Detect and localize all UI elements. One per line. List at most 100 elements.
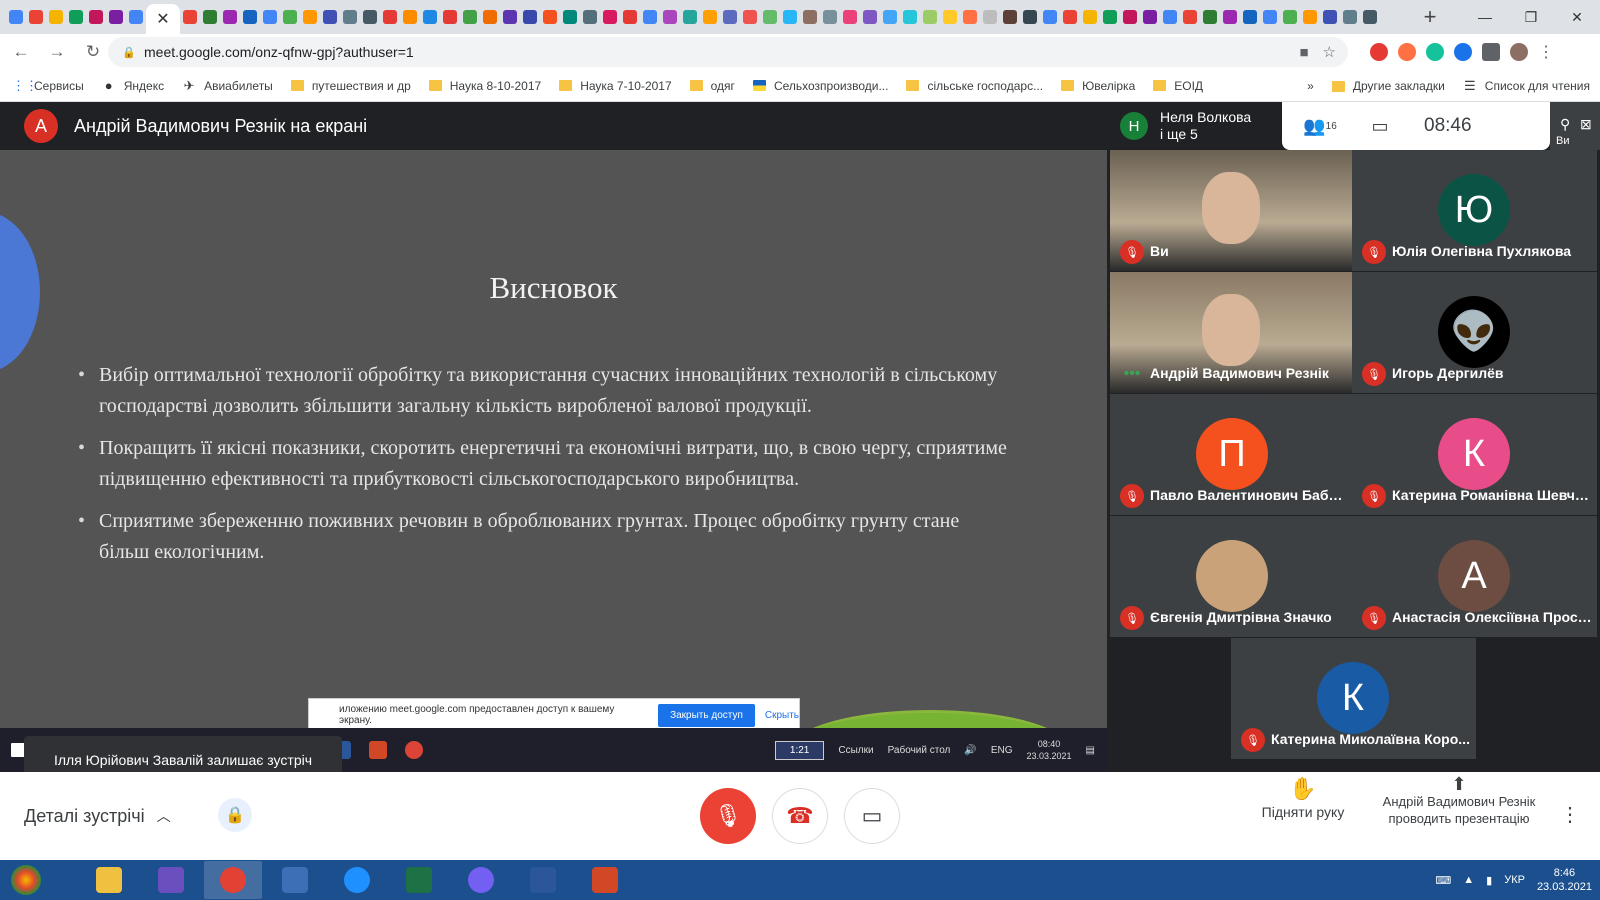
participant-tile[interactable]: Ю 🎙 Юлія Олегівна Пухлякова <box>1352 150 1597 271</box>
tab[interactable] <box>760 0 780 34</box>
tab[interactable] <box>360 0 380 34</box>
participant-tile[interactable]: А 🎙 Анастасія Олексіївна Проск... <box>1352 516 1597 637</box>
taskbar-excel-button[interactable] <box>390 861 448 899</box>
participant-tile[interactable]: К 🎙 Катерина Миколаївна Коро... <box>1231 638 1476 759</box>
tab[interactable] <box>1120 0 1140 34</box>
kebab-menu-icon[interactable]: ⋮ <box>1538 42 1554 62</box>
shared-screen[interactable]: Висновок Вибір оптимальної технології об… <box>0 150 1107 772</box>
tab[interactable] <box>640 0 660 34</box>
tab[interactable] <box>200 0 220 34</box>
tab[interactable] <box>700 0 720 34</box>
stop-sharing-button[interactable]: Закрыть доступ <box>658 703 755 727</box>
reload-icon[interactable]: ↻ <box>78 37 108 67</box>
tab[interactable] <box>1020 0 1040 34</box>
participant-tile[interactable]: 🎙 Ви <box>1110 150 1355 271</box>
tab[interactable] <box>800 0 820 34</box>
tab[interactable] <box>106 0 126 34</box>
restore-icon[interactable]: ❐ <box>1508 0 1554 34</box>
tab[interactable] <box>980 0 1000 34</box>
minimize-icon[interactable]: — <box>1462 0 1508 34</box>
participant-tile[interactable]: К 🎙 Катерина Романівна Шевче... <box>1352 394 1597 515</box>
tab[interactable] <box>1280 0 1300 34</box>
taskbar-viber-button[interactable] <box>452 861 510 899</box>
language-indicator[interactable]: УКР <box>1504 874 1525 886</box>
tab[interactable] <box>380 0 400 34</box>
tab[interactable] <box>900 0 920 34</box>
url-text[interactable]: meet.google.com/onz-qfnw-gpj?authuser=1 <box>144 44 414 60</box>
bookmark-folder[interactable]: одяг <box>689 79 735 93</box>
pin-icon[interactable]: ⚲ <box>1560 116 1570 133</box>
tab[interactable] <box>26 0 46 34</box>
participant-tile[interactable]: 👽 🎙 Игорь Дергилёв <box>1352 272 1597 393</box>
mic-off-button[interactable]: 🎙 <box>700 788 756 844</box>
tab[interactable] <box>600 0 620 34</box>
self-preview[interactable]: ⚲ ⊠ Ви <box>1550 102 1600 150</box>
tab[interactable] <box>740 0 760 34</box>
bookmark-folder[interactable]: Наука 8-10-2017 <box>428 79 541 93</box>
taskbar-chrome-button[interactable] <box>204 861 262 899</box>
tab[interactable] <box>66 0 86 34</box>
taskbar-explorer-button[interactable] <box>80 861 138 899</box>
camera-off-icon[interactable]: ⊠ <box>1580 116 1592 133</box>
tab[interactable] <box>260 0 280 34</box>
participant-tile[interactable]: ••• Андрій Вадимович Резнік <box>1110 272 1355 393</box>
taskbar-media-button[interactable] <box>142 861 200 899</box>
start-button[interactable] <box>6 860 46 900</box>
tab[interactable] <box>1360 0 1380 34</box>
tab[interactable] <box>440 0 460 34</box>
tab[interactable] <box>1180 0 1200 34</box>
tab[interactable] <box>126 0 146 34</box>
tab[interactable] <box>920 0 940 34</box>
bookmark-folder[interactable]: Ювелірка <box>1061 79 1135 93</box>
tab[interactable] <box>1200 0 1220 34</box>
tab[interactable] <box>420 0 440 34</box>
people-button[interactable]: 👥 16 <box>1290 116 1350 137</box>
bookmark-apps[interactable]: ⋮⋮ Сервисы <box>12 78 84 93</box>
taskbar-remote-button[interactable] <box>266 861 324 899</box>
tab[interactable] <box>520 0 540 34</box>
tab[interactable] <box>1100 0 1120 34</box>
taskbar-ie-button[interactable] <box>328 861 386 899</box>
host-controls-icon[interactable]: 🔒 <box>218 798 252 832</box>
tab[interactable] <box>280 0 300 34</box>
puzzle-icon[interactable] <box>1482 43 1500 61</box>
tab[interactable] <box>1060 0 1080 34</box>
extension-icon[interactable] <box>1454 43 1472 61</box>
tab[interactable] <box>1340 0 1360 34</box>
meeting-details-button[interactable]: Деталі зустрічі ︿ <box>24 806 171 827</box>
tab[interactable] <box>860 0 880 34</box>
participant-tile[interactable]: 🎙 Євгенія Дмитрівна Значко <box>1110 516 1355 637</box>
new-tab-button[interactable]: + <box>1416 3 1444 31</box>
tab[interactable] <box>1080 0 1100 34</box>
presenting-button[interactable]: ⬆ Андрій Вадимович Резнік проводить през… <box>1370 775 1548 827</box>
bookmark-folder[interactable]: ЕОІД <box>1153 79 1203 93</box>
tab[interactable] <box>1300 0 1320 34</box>
tab[interactable] <box>240 0 260 34</box>
camera-icon[interactable]: ■ <box>1299 44 1308 61</box>
bookmark-folder[interactable]: Наука 7-10-2017 <box>559 79 672 93</box>
tab[interactable] <box>400 0 420 34</box>
keyboard-icon[interactable]: ⌨ <box>1435 874 1451 887</box>
reading-list[interactable]: ☰ Список для чтения <box>1463 79 1590 94</box>
tab[interactable] <box>960 0 980 34</box>
extension-icon[interactable] <box>1398 43 1416 61</box>
tab[interactable] <box>1040 0 1060 34</box>
tab[interactable] <box>1140 0 1160 34</box>
profile-avatar[interactable] <box>1510 43 1528 61</box>
tab[interactable] <box>840 0 860 34</box>
bookmark-star-icon[interactable]: ☆ <box>1323 43 1336 61</box>
extension-icon[interactable] <box>1426 43 1444 61</box>
raise-hand-button[interactable]: ✋ Підняти руку <box>1258 776 1348 820</box>
tab[interactable] <box>720 0 740 34</box>
tray-up-icon[interactable]: ▲ <box>1463 874 1474 886</box>
tab[interactable] <box>820 0 840 34</box>
tab[interactable] <box>180 0 200 34</box>
bookmark-item[interactable]: Сельхозпроизводи... <box>752 79 888 93</box>
tab[interactable] <box>1220 0 1240 34</box>
tab[interactable] <box>220 0 240 34</box>
tab[interactable] <box>1160 0 1180 34</box>
back-arrow-icon[interactable]: ← <box>6 37 36 67</box>
tab[interactable] <box>300 0 320 34</box>
system-clock[interactable]: 8:46 23.03.2021 <box>1537 866 1592 894</box>
chat-icon[interactable]: ▭ <box>1350 116 1410 137</box>
